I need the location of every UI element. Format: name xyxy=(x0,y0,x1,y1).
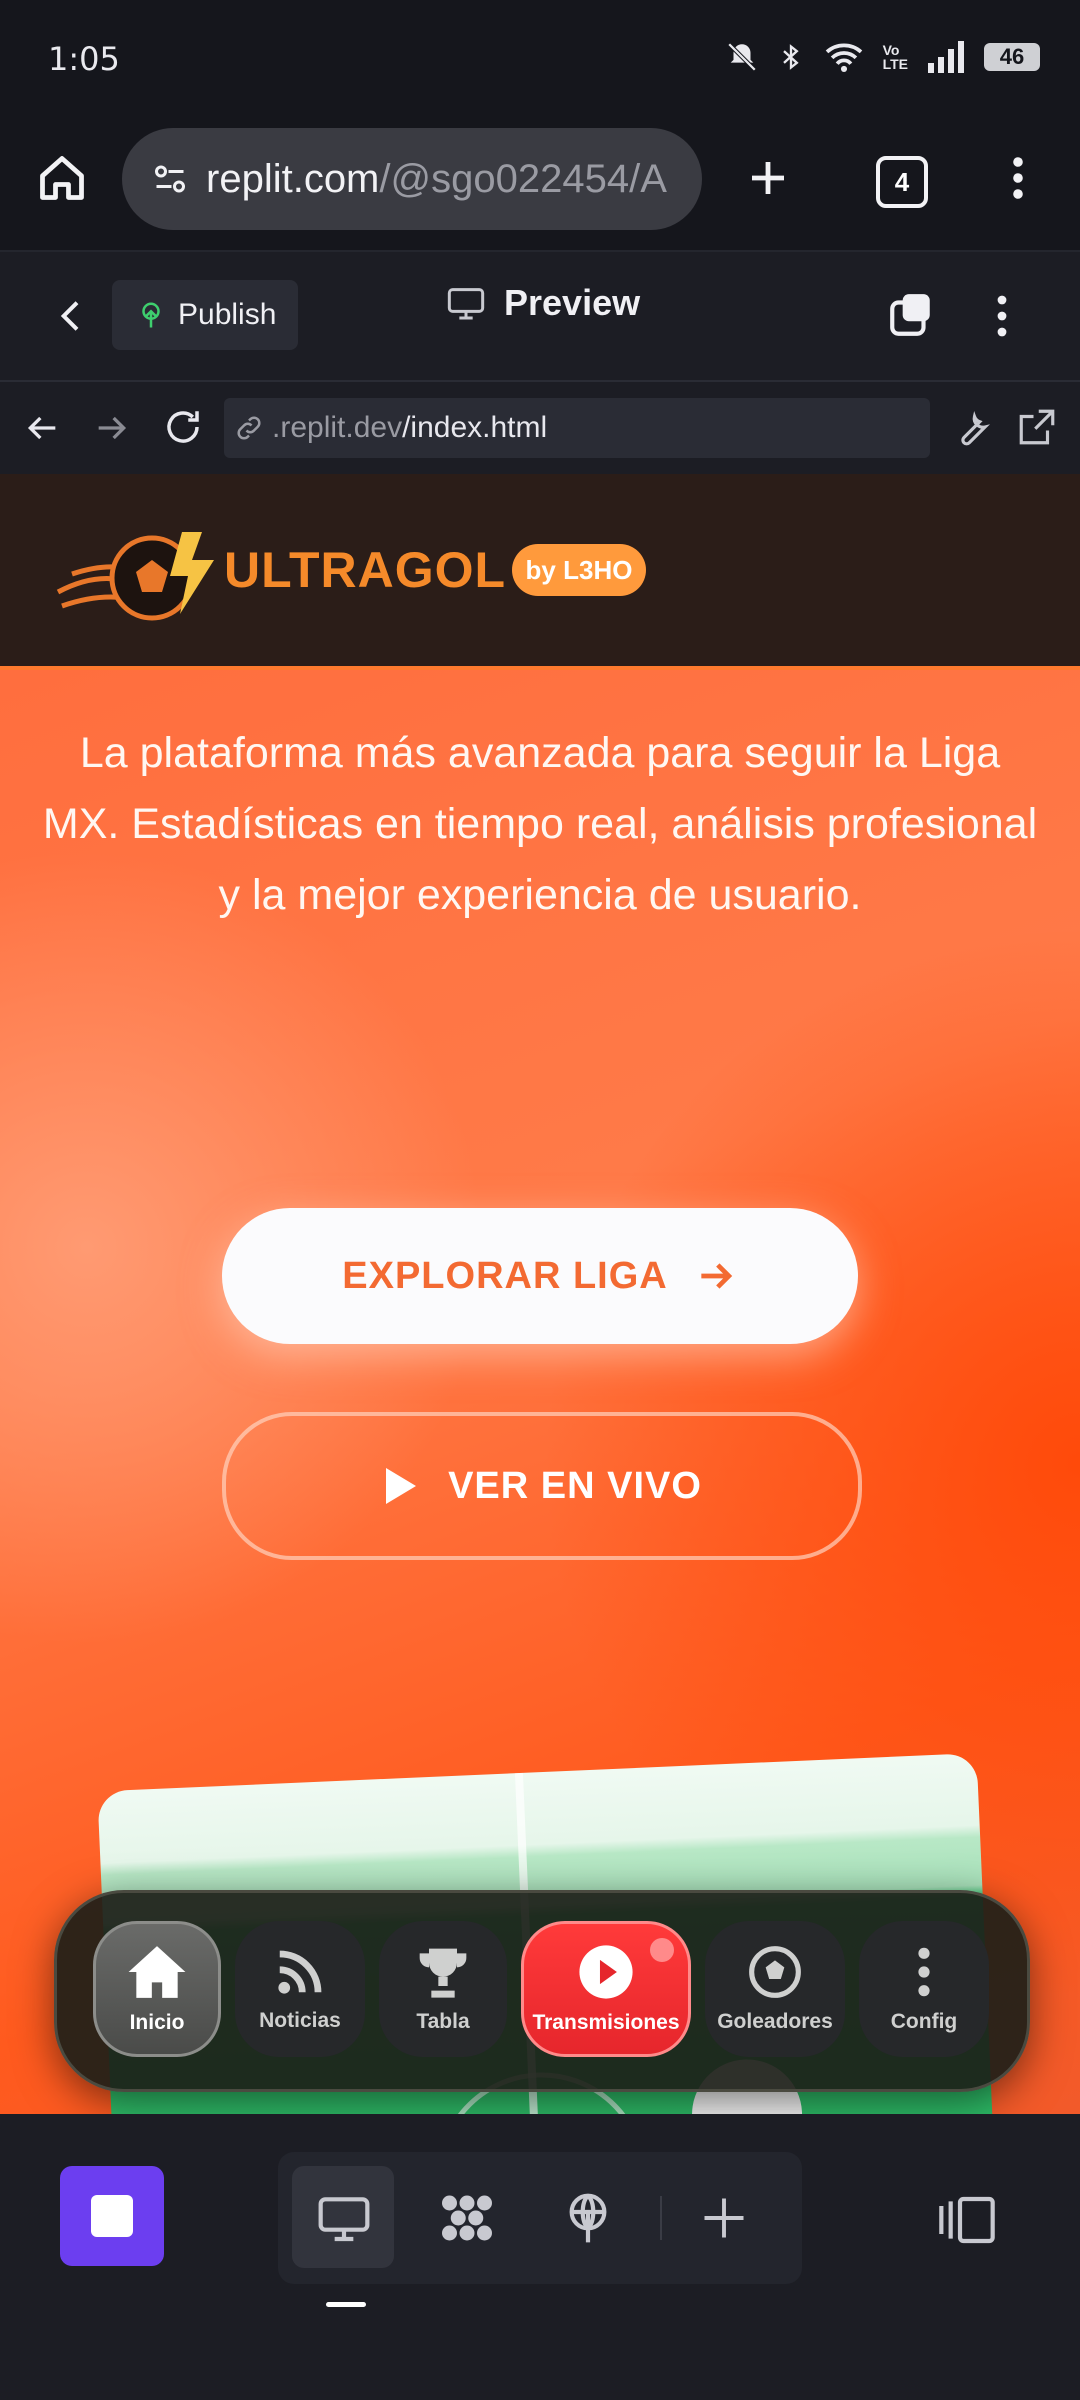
watch-live-button[interactable]: VER EN VIVO xyxy=(222,1412,862,1560)
more-vertical-icon[interactable] xyxy=(998,154,1038,202)
nav-noticias[interactable]: Noticias xyxy=(235,1921,365,2057)
site-bottom-nav: Inicio Noticias Tabla Transmisiones Gole… xyxy=(54,1890,1030,2092)
url-text: replit.com/@sgo022454/A xyxy=(206,157,667,202)
site-logo[interactable]: ULTRAGOL xyxy=(52,514,506,626)
stop-button[interactable] xyxy=(60,2166,164,2266)
preview-label: Preview xyxy=(504,282,641,323)
reload-icon[interactable] xyxy=(162,406,204,448)
url-host: replit.com xyxy=(206,156,380,201)
link-icon xyxy=(237,416,261,440)
home-icon[interactable] xyxy=(36,152,88,204)
nav-label: Transmisiones xyxy=(532,2011,680,2034)
rss-icon xyxy=(278,1950,322,1994)
arrow-left-icon[interactable] xyxy=(22,408,62,448)
preview-url-path: /index.html xyxy=(402,411,548,444)
nav-label: Goleadores xyxy=(717,2010,833,2033)
url-bar[interactable]: replit.com/@sgo022454/A xyxy=(122,128,702,230)
battery-level: 46 xyxy=(999,44,1025,69)
status-time: 1:05 xyxy=(48,40,120,78)
agent-icon[interactable] xyxy=(436,2188,498,2248)
fire-ball-icon xyxy=(56,532,214,621)
arrow-right-icon[interactable] xyxy=(92,408,132,448)
external-link-icon[interactable] xyxy=(1016,406,1058,448)
nav-label: Config xyxy=(890,2010,958,2033)
play-icon xyxy=(386,1468,417,1504)
publish-label: Publish xyxy=(178,298,277,331)
nav-goleadores[interactable]: Goleadores xyxy=(705,1921,845,2057)
new-tab-icon[interactable] xyxy=(744,154,792,202)
preview-url-host: .replit.dev xyxy=(272,411,403,444)
tab-switcher-button[interactable]: 4 xyxy=(876,156,928,208)
url-path: /@sgo022454/A xyxy=(379,156,667,201)
trophy-icon xyxy=(419,1948,467,1998)
preview-url-input[interactable]: .replit.dev/index.html xyxy=(224,398,930,458)
nav-label: Inicio xyxy=(129,2011,185,2034)
wifi-icon xyxy=(825,43,862,72)
publish-button[interactable]: Publish xyxy=(112,280,298,350)
stop-icon xyxy=(91,2195,133,2237)
mute-icon xyxy=(727,42,756,72)
preview-viewport: ULTRAGOL by L3HO La plataforma más avanz… xyxy=(0,474,1080,2114)
soccer-ball-icon xyxy=(749,1946,801,1998)
publish-icon xyxy=(142,302,160,328)
more-vertical-icon xyxy=(918,1947,930,1997)
live-label: VER EN VIVO xyxy=(448,1464,702,1507)
panel-toggle-icon[interactable] xyxy=(936,2192,998,2248)
more-vertical-icon[interactable] xyxy=(984,292,1020,340)
live-indicator-dot xyxy=(650,1938,674,1962)
site-header: ULTRAGOL by L3HO xyxy=(0,474,1080,670)
battery-icon: 46 xyxy=(984,43,1040,71)
nav-config[interactable]: Config xyxy=(859,1921,989,2057)
plus-icon[interactable] xyxy=(698,2192,750,2244)
explore-label: EXPLORAR LIGA xyxy=(342,1254,668,1297)
monitor-icon[interactable] xyxy=(316,2190,372,2246)
view-switcher xyxy=(278,2152,802,2284)
nav-label: Noticias xyxy=(259,2009,341,2032)
preview-tab[interactable]: Preview xyxy=(446,282,640,324)
tab-count: 4 xyxy=(894,166,910,197)
preview-address-bar: .replit.dev/index.html xyxy=(0,382,1080,476)
explore-league-button[interactable]: EXPLORAR LIGA xyxy=(222,1208,858,1344)
play-circle-icon xyxy=(579,1945,633,1999)
arrow-right-icon xyxy=(701,1263,732,1289)
nav-transmisiones[interactable]: Transmisiones xyxy=(521,1921,691,2057)
back-icon[interactable] xyxy=(52,292,92,340)
tabs-overview-icon[interactable] xyxy=(886,290,936,340)
wrench-icon[interactable] xyxy=(950,406,992,448)
signal-icon xyxy=(928,41,964,73)
nav-inicio[interactable]: Inicio xyxy=(93,1921,221,2057)
monitor-icon xyxy=(447,288,485,320)
browser-toolbar: replit.com/@sgo022454/A 4 xyxy=(0,120,1080,252)
replit-header: Publish Preview xyxy=(0,252,1080,382)
volte-icon: Vo LTE xyxy=(882,42,908,72)
divider xyxy=(660,2196,662,2240)
status-bar: 1:05 Vo LTE 46 xyxy=(0,0,1080,120)
publish-icon[interactable] xyxy=(560,2190,616,2248)
logo-wordmark: ULTRAGOL xyxy=(224,542,507,598)
selected-view-indicator xyxy=(326,2302,366,2307)
hero-description: La plataforma más avanzada para seguir l… xyxy=(42,729,1038,919)
site-settings-icon[interactable] xyxy=(152,161,188,197)
replit-bottom-toolbar xyxy=(0,2114,1080,2400)
nav-tabla[interactable]: Tabla xyxy=(379,1921,507,2057)
home-icon xyxy=(128,1946,186,1998)
bluetooth-icon xyxy=(782,44,799,70)
status-icons: Vo LTE 46 xyxy=(725,40,1040,74)
nav-label: Tabla xyxy=(416,2010,470,2033)
author-badge: by L3HO xyxy=(512,544,646,596)
